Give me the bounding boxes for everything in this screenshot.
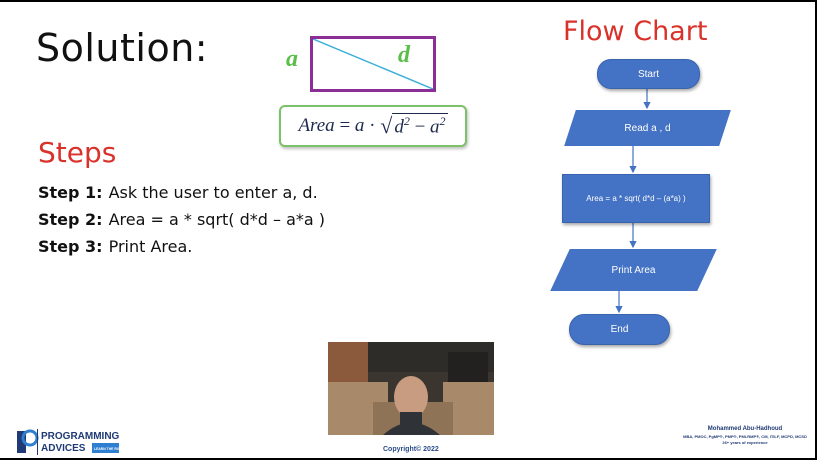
slide: Solution: a d Area = a · √ d2 − a2 Steps… [0,2,815,458]
author-name: Mohammed Abu-Hadhoud [707,426,783,432]
presenter-image [328,342,494,435]
flowchart-input: Read a , d [564,110,731,146]
presenter-video [328,342,494,435]
author-experience: 26+ years of experience [722,440,768,445]
programming-advices-logo: PROGRAMMING ADVICES LEARN THE RIGHT WAY [17,427,142,457]
flowchart-end: End [569,314,670,345]
author-info: Mohammed Abu-Hadhoud MBA, PMOC, PgMP®, P… [679,426,811,445]
flowchart-output: Print Area [550,249,717,291]
flowchart-process: Area = a * sqrt( d*d – (a*a) ) [562,174,710,223]
flowchart-output-label: Print Area [611,264,656,276]
author-credentials: MBA, PMOC, PgMP®, PMP®, PMI-RMP®, CM, IT… [683,434,807,439]
logo-line-2: ADVICES [41,443,86,454]
logo-mark: PROGRAMMING ADVICES LEARN THE RIGHT WAY [17,429,134,455]
copyright-text: Copyright© 2022 [383,446,439,453]
logo-tagline: LEARN THE RIGHT WAY [94,447,134,451]
flowchart-input-label: Read a , d [624,122,671,134]
logo-line-1: PROGRAMMING [41,431,120,442]
flowchart-start: Start [597,59,700,89]
